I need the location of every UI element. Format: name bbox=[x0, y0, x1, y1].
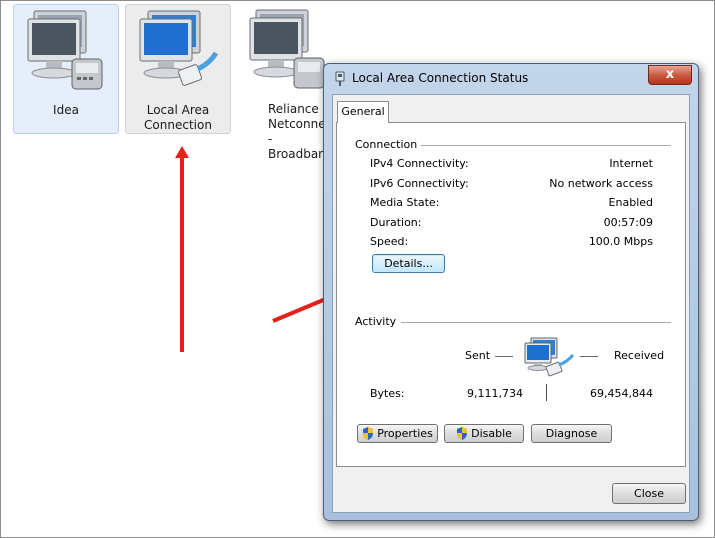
close-button-label: Close bbox=[634, 487, 664, 500]
status-dialog: Local Area Connection Status x General C… bbox=[323, 63, 699, 521]
network-connection-icon bbox=[335, 71, 345, 86]
close-icon[interactable]: x bbox=[648, 65, 692, 85]
details-button[interactable]: Details... bbox=[372, 254, 445, 273]
shield-icon bbox=[363, 427, 374, 440]
bytes-sent-value: 9,111,734 bbox=[467, 387, 523, 400]
received-label: Received bbox=[614, 349, 665, 362]
properties-button[interactable]: Properties bbox=[357, 424, 438, 443]
bytes-separator bbox=[546, 384, 547, 401]
speed-value: 100.0 Mbps bbox=[588, 235, 653, 248]
media-state-value: Enabled bbox=[608, 196, 653, 209]
shield-icon bbox=[457, 427, 468, 440]
sent-line bbox=[495, 356, 513, 357]
title-bar[interactable]: Local Area Connection Status x bbox=[324, 64, 698, 92]
ipv4-value: Internet bbox=[609, 157, 653, 170]
arrow-up-annotation bbox=[175, 146, 189, 352]
properties-button-label: Properties bbox=[377, 427, 433, 440]
network-status-icon bbox=[524, 337, 575, 377]
bytes-received-value: 69,454,844 bbox=[590, 387, 653, 400]
connection-heading: Connection bbox=[355, 138, 418, 151]
dialog-client: General Connection IPv4 Connectivity: In… bbox=[332, 94, 690, 513]
duration-value: 00:57:09 bbox=[603, 216, 653, 229]
speed-label: Speed: bbox=[370, 235, 409, 248]
activity-heading: Activity bbox=[355, 315, 397, 328]
details-button-label: Details... bbox=[384, 257, 433, 270]
activity-divider bbox=[401, 322, 671, 323]
disable-button-label: Disable bbox=[471, 427, 512, 440]
connection-divider bbox=[421, 145, 671, 146]
disable-button[interactable]: Disable bbox=[444, 424, 524, 443]
duration-label: Duration: bbox=[370, 216, 422, 229]
dialog-title: Local Area Connection Status bbox=[352, 71, 529, 85]
ipv6-value: No network access bbox=[549, 177, 653, 190]
diagnose-button-label: Diagnose bbox=[545, 427, 598, 440]
ipv6-label: IPv6 Connectivity: bbox=[370, 177, 469, 190]
general-panel: Connection IPv4 Connectivity: Internet I… bbox=[336, 122, 686, 467]
bytes-label: Bytes: bbox=[370, 387, 405, 400]
received-line bbox=[580, 356, 598, 357]
media-state-label: Media State: bbox=[370, 196, 440, 209]
ipv4-label: IPv4 Connectivity: bbox=[370, 157, 469, 170]
sent-label: Sent bbox=[465, 349, 491, 362]
diagnose-button[interactable]: Diagnose bbox=[531, 424, 612, 443]
tab-general[interactable]: General bbox=[337, 101, 389, 123]
close-button[interactable]: Close bbox=[612, 483, 686, 504]
